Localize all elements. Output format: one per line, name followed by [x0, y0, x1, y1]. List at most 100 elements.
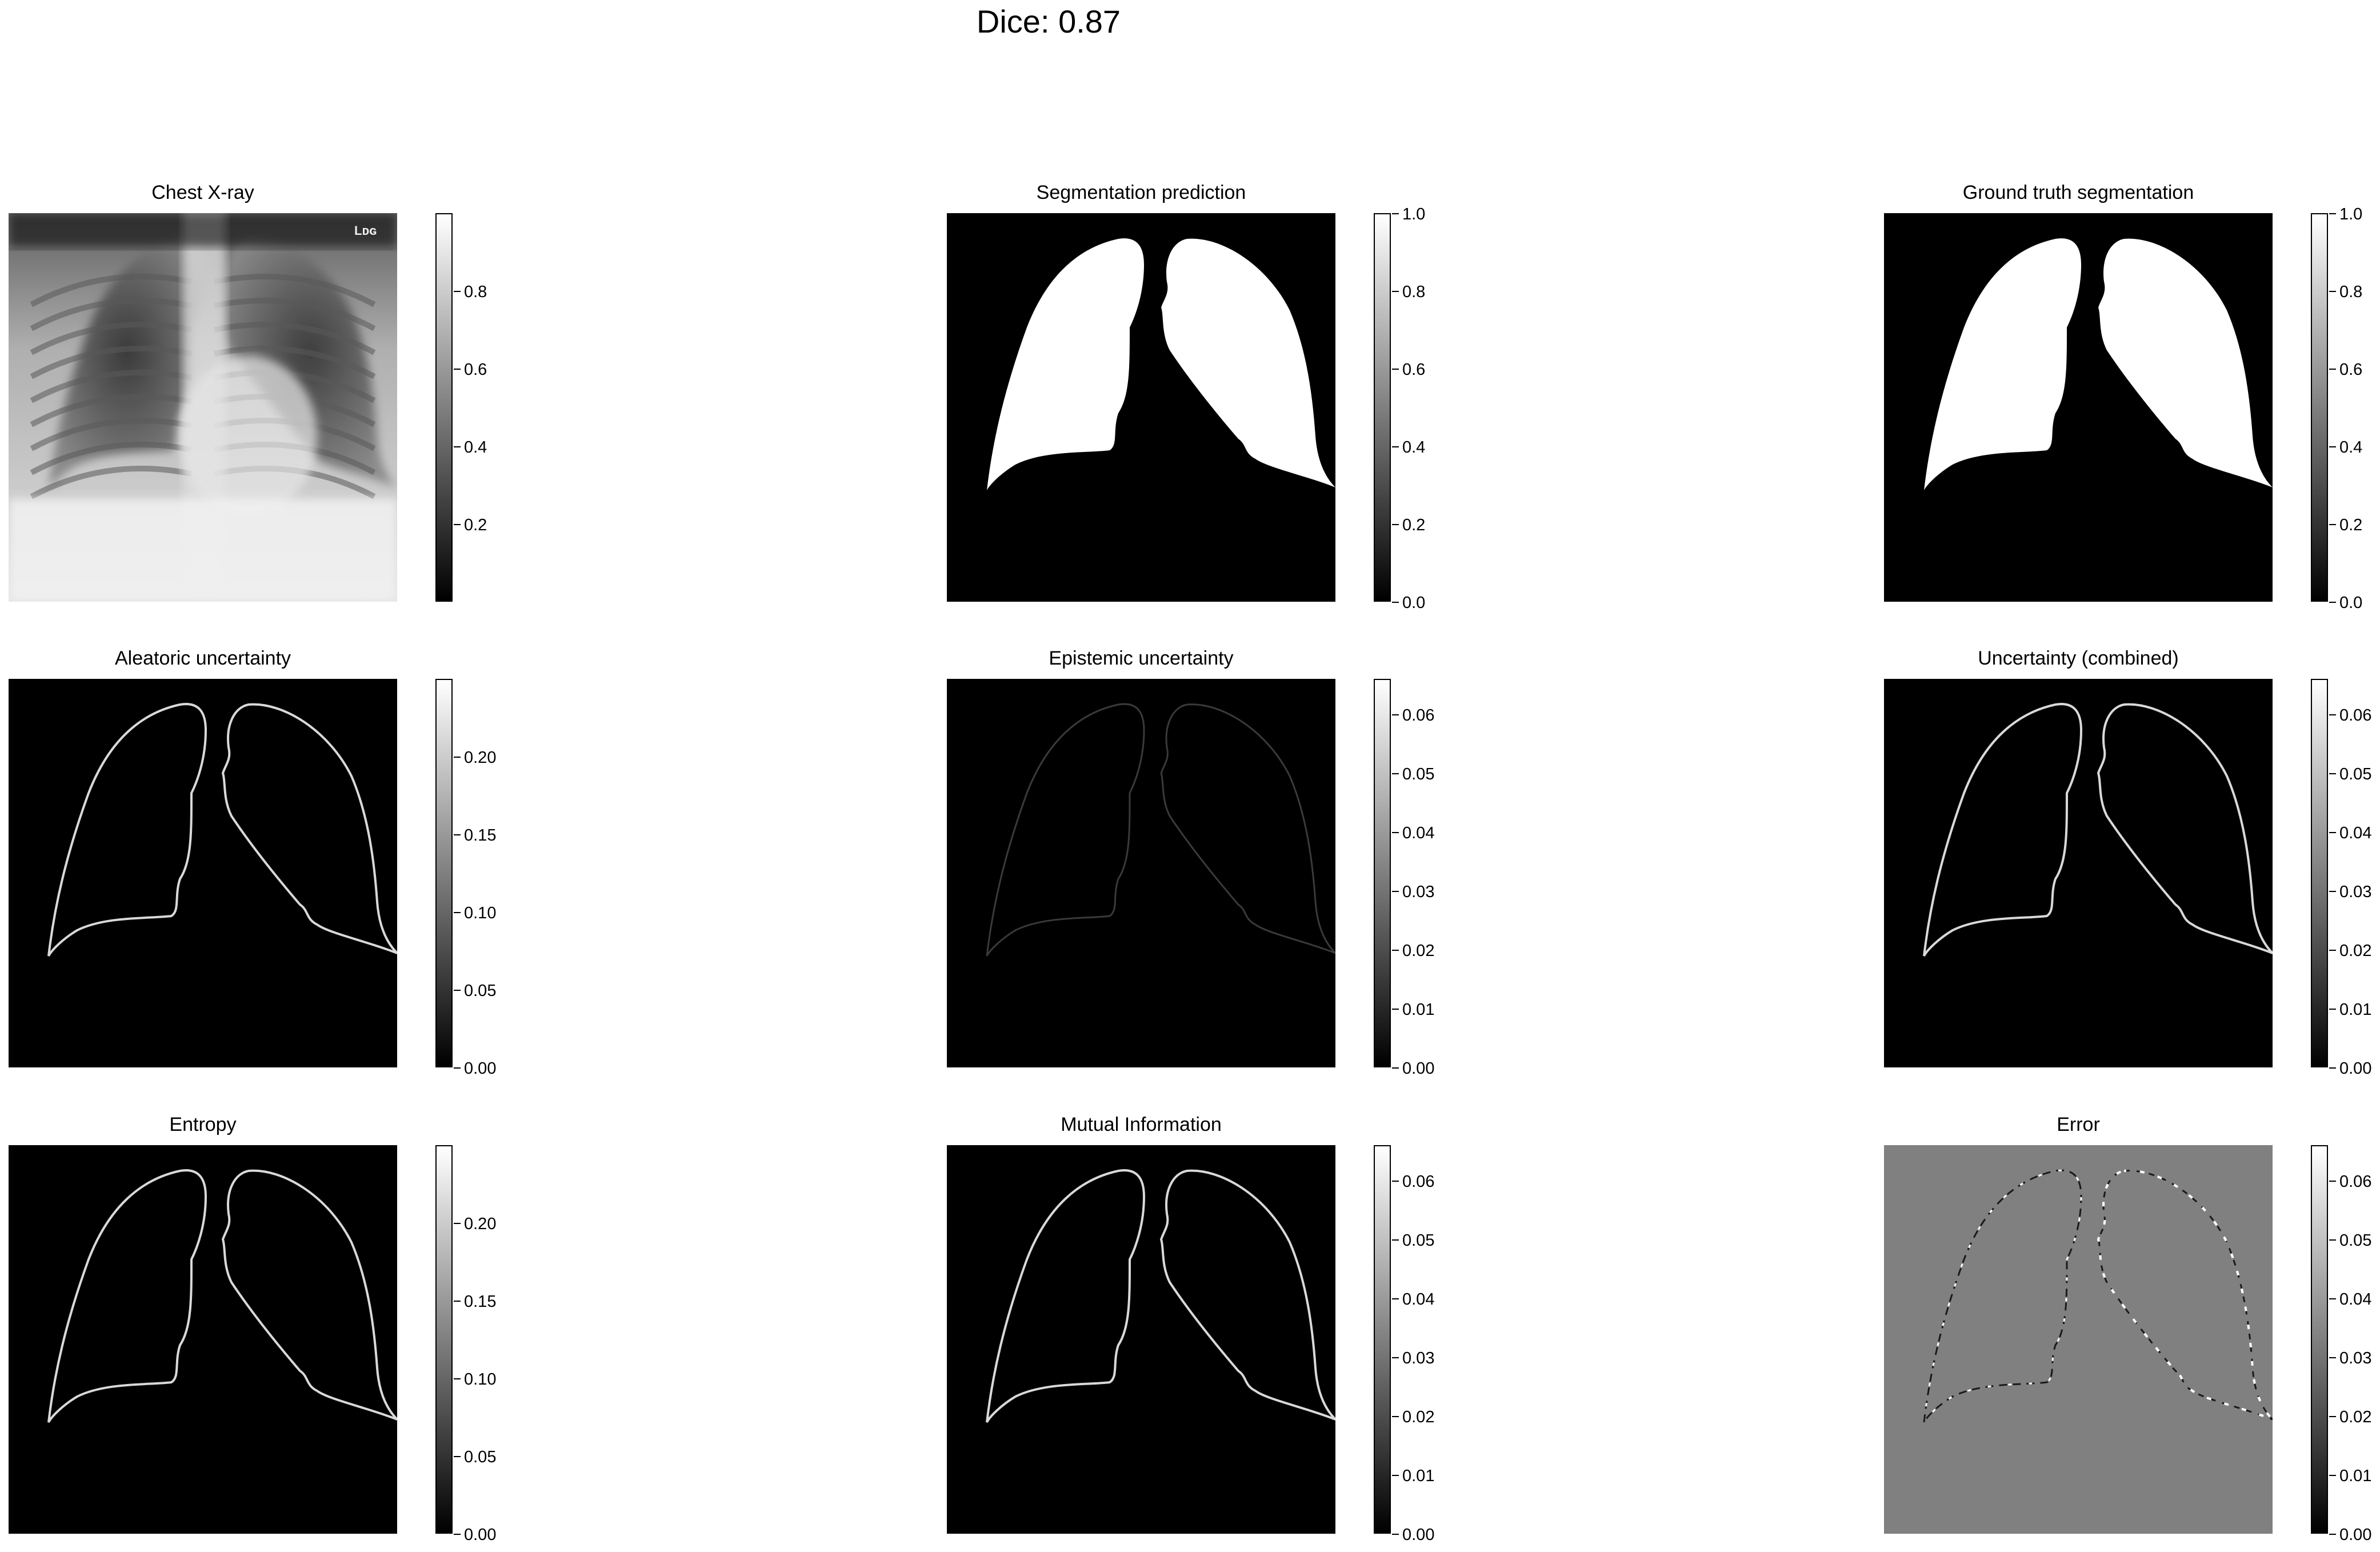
colorbar: 0.00 0.05 0.10 0.15 0.20 — [435, 679, 496, 1077]
colorbar-tick-label: 0.02 — [2339, 1407, 2372, 1426]
colorbar-tick-label: 0.15 — [464, 826, 497, 845]
colorbar-tick — [454, 834, 461, 835]
colorbar-tick-label: 0.04 — [1402, 823, 1435, 842]
colorbar: 0.00 0.01 0.02 0.03 0.04 0.05 0.06 — [2311, 679, 2371, 1077]
colorbar-tick — [2329, 1474, 2336, 1476]
colorbar-tick-label: 0.20 — [464, 1215, 497, 1233]
colorbar-tick — [454, 1067, 461, 1069]
panel-image — [9, 1145, 397, 1534]
colorbar-tick — [1392, 1008, 1399, 1010]
colorbar-tick — [2329, 890, 2336, 892]
panel-title: Chest X-ray — [151, 182, 254, 203]
colorbar-tick — [454, 1534, 461, 1535]
colorbar-tick — [1392, 1298, 1399, 1299]
colorbar-tick-label: 0.02 — [1402, 941, 1435, 960]
colorbar-tick-label: 0.00 — [464, 1526, 497, 1544]
colorbar-tick — [454, 524, 461, 525]
colorbar-tick-label: 0.00 — [464, 1059, 497, 1078]
colorbar-tick — [2329, 949, 2336, 951]
panel-title: Aleatoric uncertainty — [114, 647, 291, 669]
colorbar-tick-label: 0.4 — [1402, 438, 1426, 457]
colorbar-tick — [454, 912, 461, 913]
colorbar-tick — [454, 1223, 461, 1224]
colorbar-tick — [2329, 602, 2336, 603]
colorbar-tick-label: 0.06 — [2339, 706, 2372, 725]
colorbar-tick — [1392, 773, 1399, 774]
colorbar-tick-label: 0.01 — [2339, 1000, 2372, 1019]
colorbar-tick — [454, 1301, 461, 1302]
colorbar-tick — [1392, 1067, 1399, 1069]
colorbar-tick — [1392, 291, 1399, 292]
colorbar: 0.00 0.01 0.02 0.03 0.04 0.05 0.06 — [2311, 1145, 2371, 1543]
panel-image: Lᴅɢ — [9, 213, 397, 602]
colorbar-tick — [454, 291, 461, 292]
colorbar-tick — [454, 1378, 461, 1379]
colorbar-tick — [2329, 213, 2336, 214]
colorbar-tick — [2329, 446, 2336, 447]
panel-title: Segmentation prediction — [1036, 182, 1246, 203]
colorbar-tick — [2329, 831, 2336, 833]
colorbar-tick-label: 0.06 — [2339, 1172, 2372, 1191]
colorbar-tick — [2329, 291, 2336, 292]
colorbar-tick-label: 0.2 — [1402, 516, 1426, 534]
colorbar-tick-label: 0.6 — [2339, 361, 2363, 379]
colorbar-tick — [1392, 369, 1399, 370]
colorbar-tick — [1392, 602, 1399, 603]
colorbar-tick-label: 0.04 — [2339, 1290, 2372, 1309]
colorbar-tick — [2329, 773, 2336, 774]
colorbar-tick-label: 0.03 — [1402, 1349, 1435, 1367]
colorbar-tick — [1392, 213, 1399, 214]
colorbar-tick — [2329, 1534, 2336, 1535]
panel-title: Uncertainty (combined) — [1978, 647, 2179, 669]
colorbar-tick-label: 0.20 — [464, 749, 497, 767]
figure-suptitle: Dice: 0.87 — [976, 3, 1121, 39]
colorbar-tick-label: 0.05 — [464, 982, 497, 1000]
colorbar-tick-label: 0.01 — [1402, 1466, 1435, 1485]
colorbar-tick — [454, 369, 461, 370]
colorbar-tick-label: 0.10 — [464, 904, 497, 922]
colorbar: 0.0 0.2 0.4 0.6 0.8 1.0 — [1374, 206, 1425, 611]
colorbar-tick — [454, 1456, 461, 1457]
colorbar-tick-label: 0.03 — [2339, 882, 2372, 901]
colorbar-tick — [2329, 714, 2336, 715]
colorbar-tick — [2329, 1239, 2336, 1241]
colorbar-tick — [2329, 1298, 2336, 1299]
panel-image — [947, 1145, 1335, 1534]
colorbar: 0.00 0.01 0.02 0.03 0.04 0.05 0.06 — [1374, 1145, 1434, 1543]
colorbar-tick-label: 0.05 — [1402, 1231, 1435, 1250]
colorbar-tick-label: 0.00 — [1402, 1526, 1435, 1544]
colorbar-tick — [1392, 949, 1399, 951]
panel-image — [1884, 1145, 2273, 1534]
colorbar-tick — [2329, 369, 2336, 370]
colorbar-tick-label: 0.2 — [2339, 516, 2363, 534]
colorbar-tick-label: 0.04 — [2339, 823, 2372, 842]
colorbar-tick — [2329, 1008, 2336, 1010]
colorbar-tick-label: 0.8 — [1402, 283, 1426, 301]
colorbar-tick-label: 0.05 — [2339, 765, 2372, 783]
colorbar-tick — [1392, 1239, 1399, 1241]
xray-marker: Lᴅɢ — [354, 223, 377, 238]
colorbar-tick-label: 0.6 — [464, 361, 487, 379]
colorbar-tick-label: 0.06 — [1402, 706, 1435, 725]
colorbar-tick-label: 0.01 — [2339, 1466, 2372, 1485]
colorbar: 0.00 0.05 0.10 0.15 0.20 — [435, 1145, 496, 1543]
colorbar: 0.2 0.4 0.6 0.8 — [435, 213, 487, 602]
colorbar-tick — [1392, 1415, 1399, 1417]
colorbar-tick-label: 0.4 — [464, 438, 487, 457]
colorbar-tick-label: 0.15 — [464, 1293, 497, 1311]
panel-title: Ground truth segmentation — [1962, 182, 2194, 203]
colorbar-tick-label: 0.01 — [1402, 1000, 1435, 1019]
colorbar-tick-label: 0.8 — [2339, 283, 2363, 301]
colorbar-tick-label: 0.03 — [2339, 1349, 2372, 1367]
colorbar: 0.0 0.2 0.4 0.6 0.8 1.0 — [2311, 206, 2362, 611]
colorbar-tick — [1392, 1180, 1399, 1182]
colorbar-tick-label: 0.8 — [464, 283, 487, 301]
panel-image — [947, 213, 1335, 602]
colorbar-tick-label: 0.6 — [1402, 361, 1426, 379]
colorbar-tick — [454, 446, 461, 447]
colorbar-tick — [454, 990, 461, 991]
panel-title: Error — [2057, 1114, 2100, 1135]
colorbar-tick-label: 0.02 — [2339, 941, 2372, 960]
colorbar-tick-label: 1.0 — [2339, 205, 2363, 223]
colorbar-tick — [1392, 1474, 1399, 1476]
